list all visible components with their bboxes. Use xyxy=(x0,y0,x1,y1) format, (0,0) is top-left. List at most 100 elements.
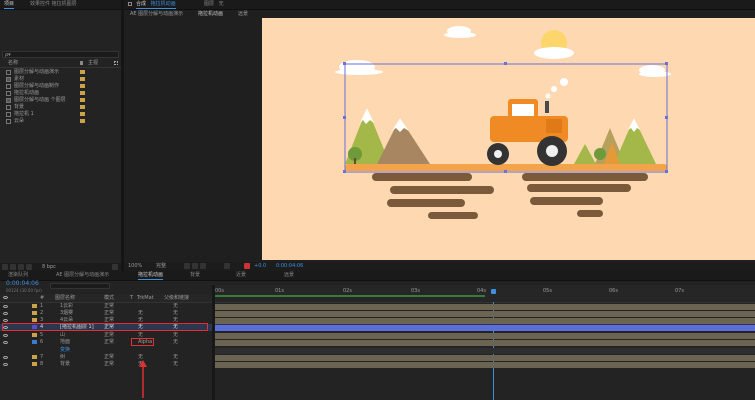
layer-parent[interactable]: 无 xyxy=(173,310,178,316)
timeline-pane-divider[interactable] xyxy=(212,285,215,400)
layer-trkmat[interactable]: 无 xyxy=(138,310,143,316)
label-color-swatch[interactable] xyxy=(32,311,37,315)
col-layer-name[interactable]: 图层名称 xyxy=(55,295,75,301)
flowchart-icon[interactable] xyxy=(114,61,118,65)
eye-icon[interactable] xyxy=(3,334,8,337)
new-composition-icon[interactable] xyxy=(18,264,24,270)
tab-near-view[interactable]: 近景 xyxy=(236,272,246,279)
bit-depth[interactable]: 8 bpc xyxy=(42,264,56,270)
tab-main-comp[interactable]: AE 图层分解与动画演示 xyxy=(56,272,109,279)
table-row[interactable]: 2 3烟雾 正常 无 无 xyxy=(0,310,755,317)
layer-mode[interactable]: 正常 xyxy=(104,361,114,367)
layer-name[interactable]: 1云彩 xyxy=(60,303,73,309)
list-item[interactable]: 图层分解与动画制作 xyxy=(0,83,121,90)
project-col-type[interactable]: 主视 xyxy=(88,60,98,66)
list-item[interactable]: 图层分解与动画演示 xyxy=(0,69,121,76)
label-color-swatch[interactable] xyxy=(80,119,85,123)
layer-mode[interactable]: 正常 xyxy=(104,303,114,309)
subtab-tractor-comp[interactable]: 拖拉机动画 xyxy=(198,11,223,17)
eye-icon[interactable] xyxy=(3,363,8,366)
label-color-swatch[interactable] xyxy=(80,84,85,88)
layer-parent[interactable]: 无 xyxy=(173,332,178,338)
layer-track-bar[interactable] xyxy=(215,340,755,346)
label-color-swatch[interactable] xyxy=(32,304,37,308)
subtab-distant-view[interactable]: 远景 xyxy=(238,11,248,17)
eye-icon[interactable] xyxy=(3,312,8,315)
table-row[interactable]: 8 背景 正常 无 无 xyxy=(0,361,755,368)
list-item[interactable]: 背景 xyxy=(0,104,121,111)
work-area-bar[interactable] xyxy=(215,295,485,297)
label-color-swatch[interactable] xyxy=(80,105,85,109)
timeline-timecode[interactable]: 0:00:04:06 xyxy=(6,281,39,287)
tab-far-view[interactable]: 远景 xyxy=(284,272,294,279)
new-folder-icon[interactable] xyxy=(10,264,16,270)
list-item[interactable]: 拖拉机 1 xyxy=(0,111,121,118)
eye-icon[interactable] xyxy=(3,305,8,308)
comp-timecode[interactable]: 0:00:04:06 xyxy=(276,263,303,269)
tab-render-queue[interactable]: 渲染队列 xyxy=(8,272,28,279)
table-row[interactable]: 5 山 正常 无 无 xyxy=(0,332,755,339)
layer-parent[interactable]: 无 xyxy=(173,303,178,309)
resolution-dropdown[interactable]: 完整 xyxy=(156,263,166,269)
table-row[interactable]: 6 地面 正常 Alpha 无 xyxy=(0,339,755,346)
label-color-swatch[interactable] xyxy=(80,91,85,95)
project-search-input[interactable]: ρ▾ xyxy=(2,51,119,58)
tab-effect-controls[interactable]: 效果控件 拖拉机图层 xyxy=(30,1,77,8)
trash-icon[interactable] xyxy=(112,264,118,270)
layer-parent[interactable]: 无 xyxy=(173,361,178,367)
tab-composition[interactable]: 合成 拖拉机动画 xyxy=(136,1,176,9)
layer-name[interactable]: 树 xyxy=(60,354,65,360)
list-item[interactable]: 素材 xyxy=(0,76,121,83)
label-color-swatch[interactable] xyxy=(80,112,85,116)
layer-name[interactable]: 3烟雾 xyxy=(60,310,73,316)
layer-mode[interactable]: 正常 xyxy=(104,310,114,316)
eye-icon[interactable] xyxy=(3,319,8,322)
table-row[interactable]: 变换 xyxy=(0,347,755,354)
label-color-swatch[interactable] xyxy=(32,362,37,366)
list-item[interactable]: 图层分解与动画 个图层 xyxy=(0,97,121,104)
label-color-swatch[interactable] xyxy=(32,340,37,344)
layer-mode[interactable]: 正常 xyxy=(104,339,114,345)
col-parent[interactable]: 父级和链接 xyxy=(164,295,189,301)
mask-visibility-icon[interactable] xyxy=(200,263,206,269)
label-color-swatch[interactable] xyxy=(80,77,85,81)
transform-group[interactable]: 变换 xyxy=(60,347,70,353)
col-trkmat[interactable]: TrkMat xyxy=(137,295,154,301)
layer-name[interactable]: 背景 xyxy=(60,361,70,367)
timeline-search-input[interactable] xyxy=(50,283,110,289)
table-row[interactable]: 7 树 正常 无 无 xyxy=(0,354,755,361)
table-row[interactable]: 1 1云彩 正常 无 xyxy=(0,303,755,310)
tab-project[interactable]: 项目 xyxy=(4,1,15,9)
col-mode[interactable]: 模式 xyxy=(104,295,114,301)
time-ruler[interactable]: 00s 01s 02s 03s 04s 05s 06s 07s xyxy=(215,285,755,303)
tab-background[interactable]: 背景 xyxy=(190,272,200,279)
layer-mode[interactable]: 正常 xyxy=(104,332,114,338)
color-channel-icon[interactable] xyxy=(244,263,250,269)
playhead-handle[interactable] xyxy=(491,289,496,294)
interpret-footage-icon[interactable] xyxy=(2,264,8,270)
tab-tractor-comp[interactable]: 拖拉机动画 xyxy=(138,272,164,280)
list-item[interactable]: 云朵 xyxy=(0,118,121,125)
layer-track-bar[interactable] xyxy=(215,325,755,331)
label-color-swatch[interactable] xyxy=(80,70,85,74)
transparency-grid-icon[interactable] xyxy=(192,263,198,269)
region-icon[interactable] xyxy=(184,263,190,269)
label-color-swatch[interactable] xyxy=(80,98,85,102)
label-color-swatch[interactable] xyxy=(32,355,37,359)
layer-mode[interactable]: 正常 xyxy=(104,354,114,360)
camera-icon[interactable] xyxy=(224,263,230,269)
layer-name[interactable]: 地面 xyxy=(60,339,70,345)
eye-icon[interactable] xyxy=(3,356,8,359)
label-color-swatch[interactable] xyxy=(32,318,37,322)
subtab-main-comp[interactable]: AE 图层分解与动画演示 xyxy=(130,11,183,17)
zoom-dropdown[interactable]: 100% xyxy=(128,263,142,269)
exposure-offset[interactable]: +0.0 xyxy=(254,263,266,269)
layer-name[interactable]: 山 xyxy=(60,332,65,338)
layer-parent[interactable]: 无 xyxy=(173,354,178,360)
lock-icon[interactable] xyxy=(128,2,132,6)
col-t[interactable]: T xyxy=(130,295,133,301)
tab-layer[interactable]: 图层 无 xyxy=(204,1,224,8)
project-col-name[interactable]: 名称 xyxy=(8,60,18,66)
settings-icon[interactable] xyxy=(26,264,32,270)
layer-track-bar[interactable] xyxy=(215,362,755,368)
